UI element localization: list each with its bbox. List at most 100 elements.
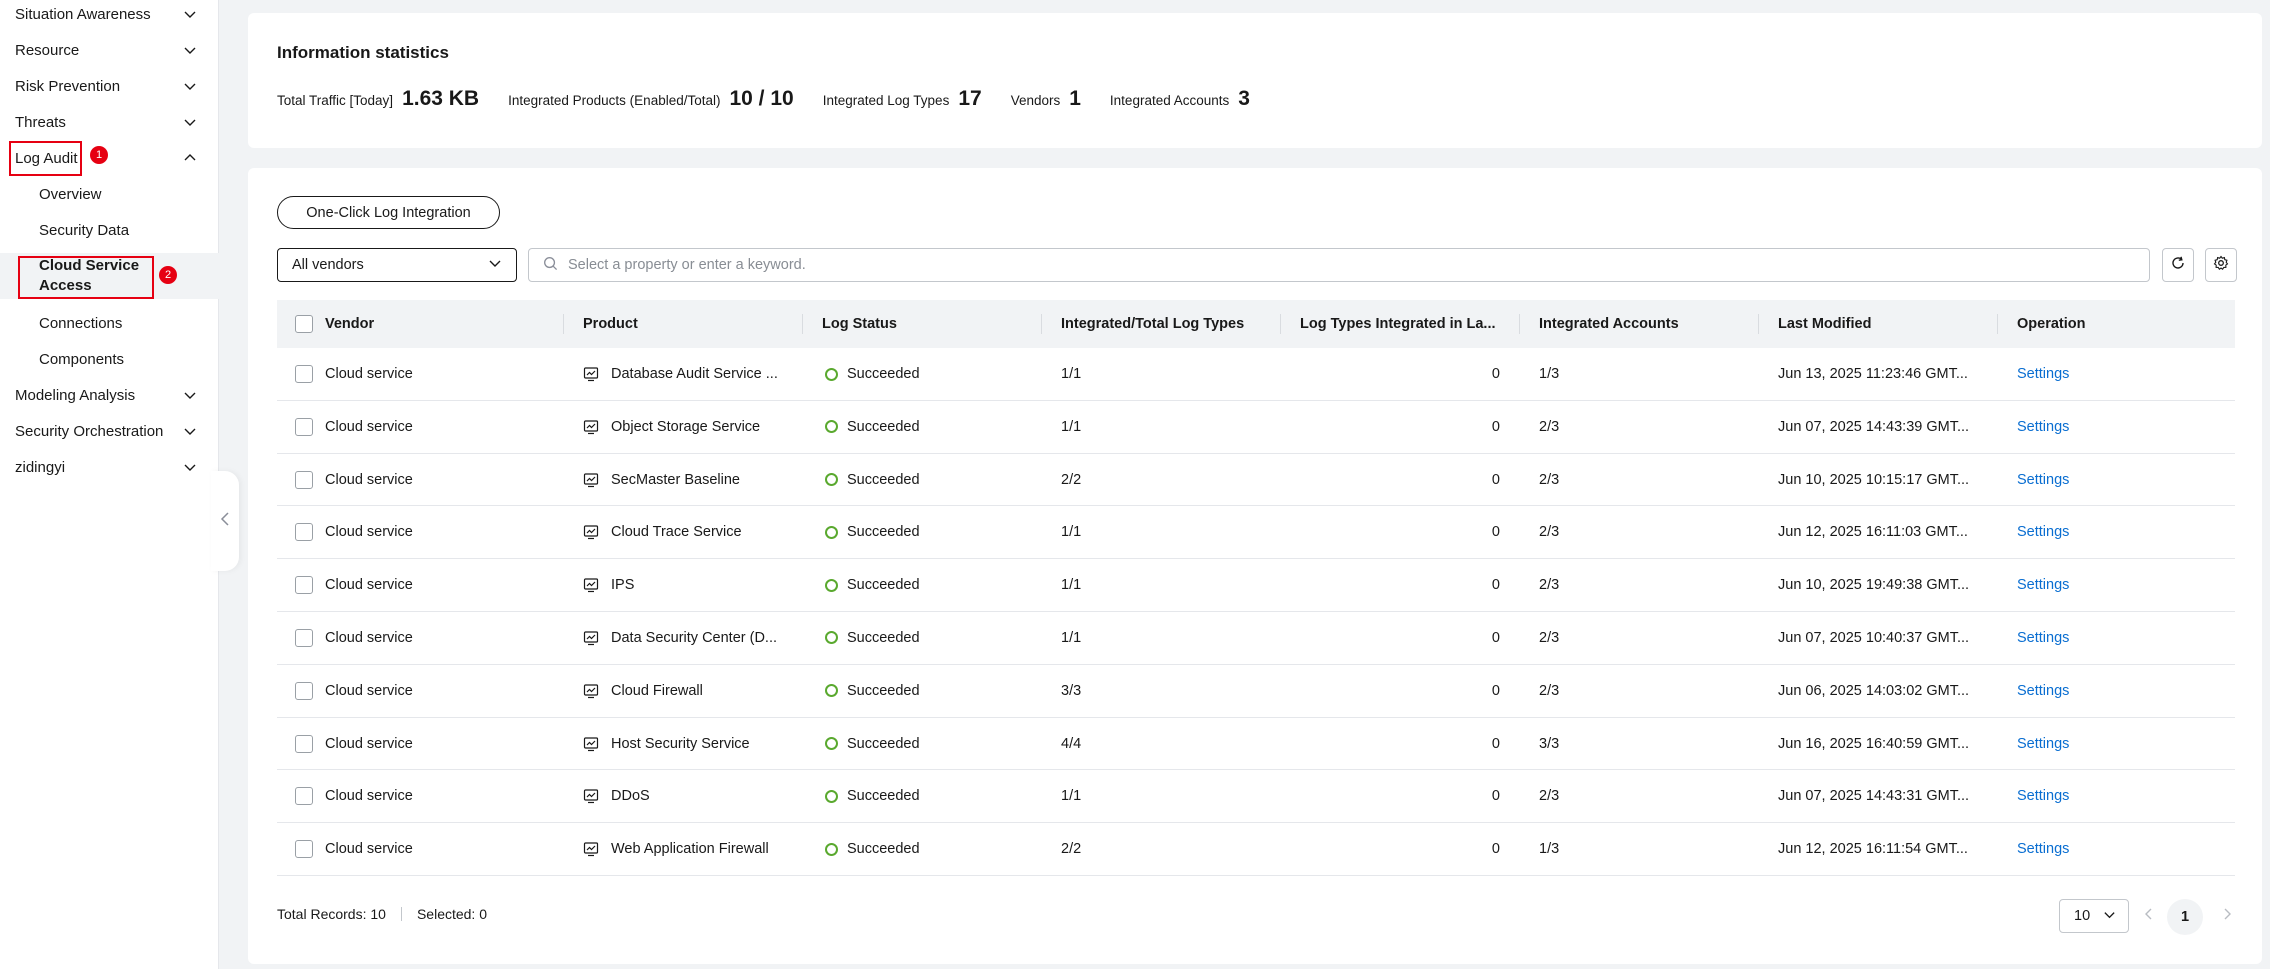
cell-product: SecMaster Baseline xyxy=(583,454,793,506)
column-header-integrated-accounts[interactable]: Integrated Accounts xyxy=(1539,300,1749,348)
chevron-down-icon xyxy=(488,256,502,274)
sidebar-subitem-connections[interactable]: Connections xyxy=(0,305,219,341)
settings-link[interactable]: Settings xyxy=(2017,612,2217,664)
settings-link[interactable]: Settings xyxy=(2017,559,2217,611)
cell-log-types: 1/1 xyxy=(1061,524,1082,541)
column-header-log-types-recent[interactable]: Log Types Integrated in La... xyxy=(1300,300,1510,348)
settings-button[interactable] xyxy=(2205,248,2237,282)
cell-last-modified: Jun 12, 2025 16:11:54 GMT... xyxy=(1778,841,1968,858)
table-row: Cloud service Cloud Firewall Succeeded 3/3 0… xyxy=(277,665,2235,718)
product-monitor-icon xyxy=(583,366,599,382)
column-header-product[interactable]: Product xyxy=(583,300,783,348)
row-checkbox[interactable] xyxy=(295,417,313,436)
table-row: Cloud service Object Storage Service Succe… xyxy=(277,401,2235,454)
vendor-filter-select[interactable]: All vendors xyxy=(277,248,517,282)
cell-last-modified: Jun 10, 2025 10:15:17 GMT... xyxy=(1778,471,1970,488)
cell-last-modified: Jun 12, 2025 16:11:03 GMT... xyxy=(1778,524,1968,541)
row-checkbox[interactable] xyxy=(295,840,313,859)
sidebar-subitem-label: Components xyxy=(39,350,125,368)
sidebar-collapse-button[interactable] xyxy=(211,471,239,571)
settings-link[interactable]: Settings xyxy=(2017,770,2217,822)
row-checkbox[interactable] xyxy=(295,576,313,595)
sidebar-item-situation-awareness[interactable]: Situation Awareness xyxy=(0,0,219,32)
row-checkbox-cell xyxy=(295,559,313,611)
status-text: Succeeded xyxy=(847,524,920,541)
sidebar-item-label: Situation Awareness xyxy=(15,5,151,23)
table-row: Cloud service Host Security Service Succee… xyxy=(277,718,2235,771)
sidebar-subitem-overview[interactable]: Overview xyxy=(0,176,219,212)
column-header-last-modified[interactable]: Last Modified xyxy=(1778,300,1988,348)
stats-title: Information statistics xyxy=(277,43,449,62)
sidebar-subitem-label: Cloud Service Access xyxy=(39,257,140,294)
search-input[interactable] xyxy=(568,257,2135,273)
cell-log-types-recent: 0 xyxy=(1491,629,1500,646)
cell-log-types: 3/3 xyxy=(1061,682,1082,699)
chevron-down-icon xyxy=(2103,908,2116,925)
cell-product: Web Application Firewall xyxy=(583,823,793,875)
row-checkbox[interactable] xyxy=(295,628,313,647)
stat-value-integrated-accounts: 3 xyxy=(1238,87,1250,110)
row-checkbox[interactable] xyxy=(295,523,313,542)
select-all-checkbox-cell xyxy=(295,300,313,348)
cell-last-modified: Jun 07, 2025 10:40:37 GMT... xyxy=(1778,629,1970,646)
sidebar-item-zidingyi[interactable]: zidingyi xyxy=(0,449,219,485)
cell-product: Host Security Service xyxy=(583,718,793,770)
cell-vendor: Cloud service xyxy=(325,366,413,382)
sidebar-subitem-components[interactable]: Components xyxy=(0,341,219,377)
sidebar-item-label: Security Orchestration xyxy=(15,422,164,440)
table-row: Cloud service IPS Succeeded 1/1 0 2/3 Jun 10, … xyxy=(277,559,2235,612)
cell-integrated-accounts: 2/3 xyxy=(1539,577,1560,594)
sidebar-item-label: zidingyi xyxy=(15,458,66,476)
product-name: Web Application Firewall xyxy=(611,841,769,858)
settings-link[interactable]: Settings xyxy=(2017,665,2217,717)
settings-link[interactable]: Settings xyxy=(2017,401,2217,453)
refresh-button[interactable] xyxy=(2162,248,2194,282)
sidebar-item-risk-prevention[interactable]: Risk Prevention xyxy=(0,68,219,104)
row-checkbox[interactable] xyxy=(295,734,313,753)
row-checkbox[interactable] xyxy=(295,470,313,489)
status-text: Succeeded xyxy=(847,418,920,435)
sidebar-item-modeling-analysis[interactable]: Modeling Analysis xyxy=(0,377,219,413)
cell-integrated-accounts: 2/3 xyxy=(1539,418,1560,435)
one-click-log-integration-button[interactable]: One-Click Log Integration xyxy=(277,196,500,229)
information-statistics-card: Information statistics Total Traffic [To… xyxy=(248,13,2262,148)
page-size-select[interactable]: 10 xyxy=(2059,899,2129,933)
chevron-left-icon xyxy=(220,511,230,531)
sidebar-item-resource[interactable]: Resource xyxy=(0,32,219,68)
settings-link[interactable]: Settings xyxy=(2017,348,2217,400)
refresh-icon xyxy=(2170,255,2186,275)
sidebar-subitem-security-data[interactable]: Security Data xyxy=(0,212,219,248)
search-box[interactable] xyxy=(528,248,2150,282)
settings-link[interactable]: Settings xyxy=(2017,506,2217,558)
product-monitor-icon xyxy=(583,630,599,646)
column-header-log-types[interactable]: Integrated/Total Log Types xyxy=(1061,300,1283,348)
select-all-checkbox[interactable] xyxy=(295,315,313,333)
sidebar-item-security-orchestration[interactable]: Security Orchestration xyxy=(0,413,219,449)
row-checkbox[interactable] xyxy=(295,681,313,700)
stat-label-integrated-log-types: Integrated Log Types xyxy=(822,93,950,108)
row-checkbox[interactable] xyxy=(295,787,313,806)
sidebar-subitem-cloud-service-access[interactable]: Cloud Service Access xyxy=(0,253,219,299)
settings-link[interactable]: Settings xyxy=(2017,718,2217,770)
column-header-log-status[interactable]: Log Status xyxy=(822,300,1022,348)
cell-vendor: Cloud service xyxy=(325,418,413,435)
next-page-button[interactable] xyxy=(2217,905,2237,927)
previous-page-button[interactable] xyxy=(2139,905,2159,927)
sidebar-item-log-audit[interactable]: Log Audit xyxy=(0,140,219,176)
column-header-vendor[interactable]: Vendor xyxy=(325,300,515,348)
row-checkbox[interactable] xyxy=(295,365,313,383)
sidebar-item-threats[interactable]: Threats xyxy=(0,104,219,140)
cell-log-status: Succeeded xyxy=(825,665,1025,717)
row-checkbox-cell xyxy=(295,612,313,664)
stat-value-integrated-products: 10 / 10 xyxy=(729,87,794,110)
row-checkbox-cell xyxy=(295,665,313,717)
cell-log-types: 1/1 xyxy=(1061,629,1082,646)
search-icon xyxy=(543,256,558,275)
chevron-down-icon xyxy=(183,424,197,438)
page-number-current[interactable]: 1 xyxy=(2167,899,2203,935)
settings-link[interactable]: Settings xyxy=(2017,454,2217,506)
settings-link[interactable]: Settings xyxy=(2017,823,2217,875)
cell-log-types-recent: 0 xyxy=(1491,788,1500,805)
cell-log-status: Succeeded xyxy=(825,612,1025,664)
product-name: Object Storage Service xyxy=(611,418,761,435)
